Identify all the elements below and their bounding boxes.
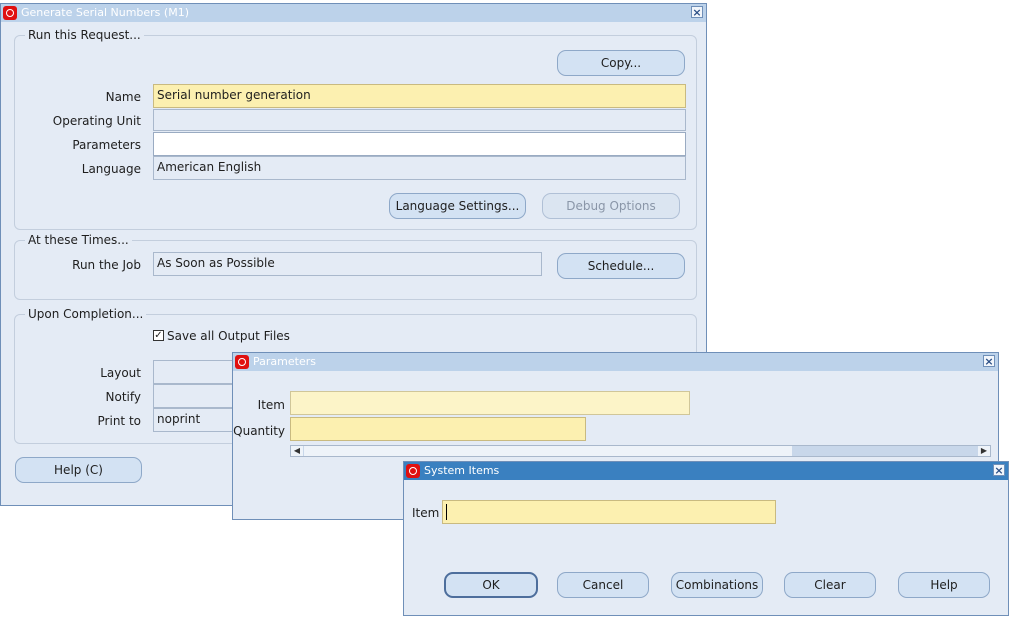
- language-settings-button[interactable]: Language Settings...: [389, 193, 526, 219]
- cancel-button[interactable]: Cancel: [557, 572, 649, 598]
- schedule-button[interactable]: Schedule...: [557, 253, 685, 279]
- save-output-label[interactable]: Save all Output Files: [167, 329, 290, 343]
- main-help-button[interactable]: Help (C): [15, 457, 142, 483]
- main-window-titlebar[interactable]: Generate Serial Numbers (M1) ×: [1, 4, 706, 22]
- parameters-field[interactable]: [153, 132, 686, 156]
- oracle-logo-icon: [406, 464, 420, 478]
- run-job-label: Run the Job: [72, 258, 141, 272]
- times-group-label: At these Times...: [25, 233, 132, 247]
- scroll-thumb[interactable]: [304, 446, 792, 456]
- sys-item-label: Item: [412, 506, 440, 520]
- clear-button[interactable]: Clear: [784, 572, 876, 598]
- param-item-field[interactable]: [290, 391, 690, 415]
- run-request-group-label: Run this Request...: [25, 28, 144, 42]
- oracle-logo-icon: [235, 355, 249, 369]
- oracle-logo-icon: [3, 6, 17, 20]
- save-output-checkbox[interactable]: ✓: [153, 330, 164, 341]
- param-horizontal-scrollbar[interactable]: ◀ ▶: [290, 445, 991, 457]
- parameters-window-title: Parameters: [253, 355, 316, 368]
- system-items-window-title: System Items: [424, 464, 500, 477]
- layout-field[interactable]: [153, 360, 238, 384]
- scroll-left-icon[interactable]: ◀: [291, 446, 303, 456]
- system-items-window: System Items × Item OK Cancel Combinatio…: [403, 461, 1009, 616]
- combinations-button[interactable]: Combinations: [671, 572, 763, 598]
- print-to-label: Print to: [97, 414, 141, 428]
- param-quantity-field[interactable]: [290, 417, 586, 441]
- sys-help-button[interactable]: Help: [898, 572, 990, 598]
- language-label: Language: [81, 162, 141, 176]
- main-window-title: Generate Serial Numbers (M1): [21, 6, 189, 19]
- parameters-window-titlebar[interactable]: Parameters ×: [233, 353, 998, 371]
- notify-label: Notify: [105, 390, 141, 404]
- scroll-right-icon[interactable]: ▶: [978, 446, 990, 456]
- operating-unit-field[interactable]: [153, 109, 686, 131]
- debug-options-button[interactable]: Debug Options: [542, 193, 680, 219]
- notify-field[interactable]: [153, 384, 238, 408]
- ok-button[interactable]: OK: [444, 572, 538, 598]
- close-icon[interactable]: ×: [983, 355, 995, 367]
- print-to-field[interactable]: noprint: [153, 408, 238, 432]
- param-quantity-label: Quantity: [233, 424, 285, 438]
- run-job-field[interactable]: As Soon as Possible: [153, 252, 542, 276]
- close-icon[interactable]: ×: [691, 6, 703, 18]
- sys-item-field[interactable]: [442, 500, 776, 524]
- language-field[interactable]: American English: [153, 156, 686, 180]
- name-field[interactable]: Serial number generation: [153, 84, 686, 108]
- close-icon[interactable]: ×: [993, 464, 1005, 476]
- completion-group-label: Upon Completion...: [25, 307, 147, 321]
- copy-button[interactable]: Copy...: [557, 50, 685, 76]
- param-item-label: Item: [257, 398, 285, 412]
- layout-label: Layout: [100, 366, 141, 380]
- text-cursor: [446, 504, 447, 520]
- parameters-label: Parameters: [72, 138, 141, 152]
- system-items-window-titlebar[interactable]: System Items ×: [404, 462, 1008, 480]
- operating-unit-label: Operating Unit: [52, 114, 141, 128]
- name-label: Name: [105, 90, 141, 104]
